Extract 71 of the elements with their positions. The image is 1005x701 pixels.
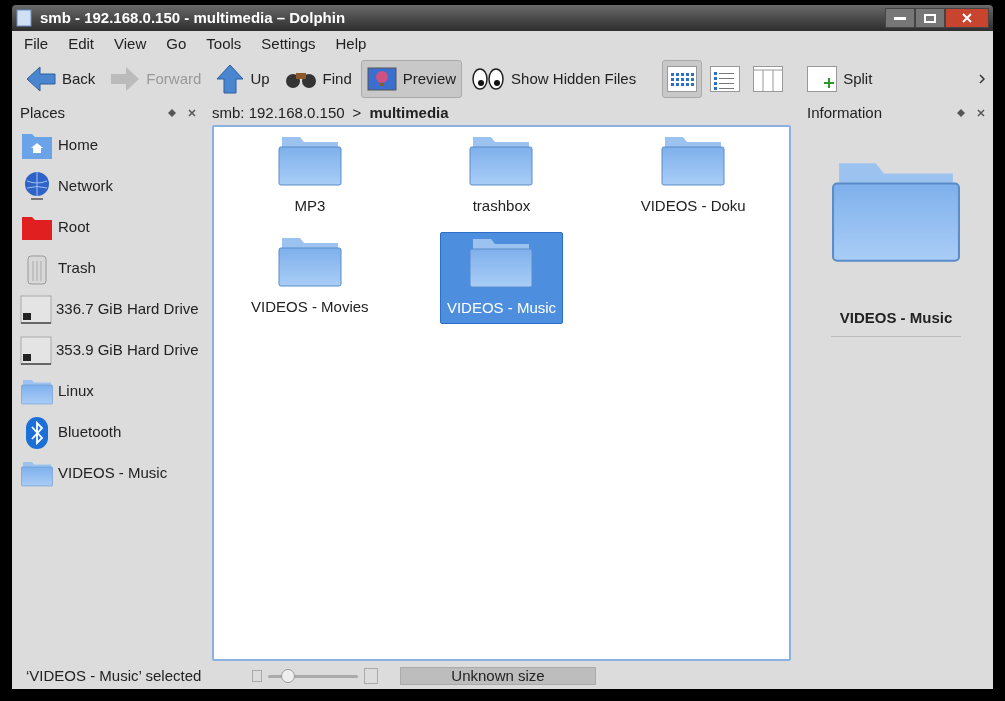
bluetooth-icon (26, 416, 48, 449)
split-button[interactable]: Split (802, 60, 878, 98)
place-item[interactable]: 336.7 GiB Hard Drive (20, 289, 196, 330)
file-name: VIDEOS - Music (831, 307, 961, 337)
folder-icon (21, 460, 53, 487)
window-title: smb - 192.168.0.150 - multimedia – Dolphin (40, 7, 347, 28)
right-arrow-icon (110, 65, 141, 93)
icon-grid-icon (667, 66, 698, 92)
app-icon (16, 9, 32, 27)
place-item[interactable]: Linux (20, 371, 196, 412)
folder-icon (21, 378, 53, 405)
folder-icon (21, 214, 53, 241)
breadcrumb-item[interactable]: multimedia (369, 101, 449, 125)
status-text: ‘VIDEOS - Music’ selected (26, 665, 203, 686)
folder-icon (277, 135, 342, 187)
globe-icon (22, 170, 52, 203)
place-item[interactable]: VIDEOS - Music (20, 453, 196, 494)
toolbar-button[interactable]: Up (210, 60, 276, 98)
close-icon[interactable] (188, 109, 196, 117)
folder-item[interactable]: trashbox (463, 131, 540, 222)
place-item[interactable]: Root (20, 207, 196, 248)
hard-drive-icon (20, 335, 52, 366)
trash-icon (25, 252, 49, 285)
folder-icon (661, 135, 726, 187)
menu-item[interactable]: Edit (68, 32, 95, 56)
panel-title: Places (20, 102, 66, 123)
maximize-button[interactable] (915, 8, 945, 28)
split-view-icon (807, 66, 838, 92)
menu-item[interactable]: File (24, 32, 49, 56)
left-arrow-icon (26, 65, 56, 93)
menu-item[interactable]: Tools (206, 32, 242, 56)
float-icon[interactable] (957, 109, 965, 117)
view-mode-button[interactable] (662, 60, 703, 98)
close-icon (962, 13, 972, 23)
close-icon[interactable] (977, 109, 985, 117)
float-icon[interactable] (168, 109, 176, 117)
folder-item[interactable]: VIDEOS - Doku (634, 131, 752, 222)
menu-item[interactable]: View (114, 32, 147, 56)
folder-icon (469, 135, 534, 187)
close-button[interactable] (945, 8, 989, 28)
place-item[interactable]: Trash (20, 248, 196, 289)
place-item[interactable]: Home (20, 125, 196, 166)
place-item[interactable]: 353.9 GiB Hard Drive (20, 330, 196, 371)
breadcrumb-separator: > (352, 102, 362, 123)
toolbar-button[interactable]: Preview (360, 60, 463, 98)
zoom-slider[interactable] (268, 668, 358, 684)
up-arrow-icon (216, 64, 245, 94)
folder-item[interactable]: VIDEOS - Movies (245, 231, 375, 324)
folder-icon (277, 235, 342, 288)
home-folder-icon (21, 131, 53, 160)
columns-view-icon (753, 66, 784, 92)
folder-icon (469, 236, 534, 289)
minimize-button[interactable] (885, 8, 915, 28)
breadcrumb-item[interactable]: smb: 192.168.0.150 (212, 101, 345, 125)
hard-drive-icon (20, 294, 52, 325)
toolbar-button[interactable]: Show Hidden Files (465, 60, 643, 98)
chevron-right-icon[interactable] (979, 74, 985, 84)
place-item[interactable]: Bluetooth (20, 412, 196, 453)
slider-thumb[interactable] (280, 669, 295, 683)
list-view-icon (710, 66, 741, 92)
space-info: Unknown size (400, 667, 596, 685)
panel-title: Information (807, 102, 883, 123)
eyes-icon (471, 67, 506, 91)
toolbar-button[interactable]: Find (278, 60, 358, 98)
menu-item[interactable]: Help (335, 32, 367, 56)
menu-item[interactable]: Settings (261, 32, 316, 56)
place-item[interactable]: Network (20, 166, 196, 207)
menu-item[interactable]: Go (166, 32, 187, 56)
toolbar-button[interactable]: Back (20, 60, 102, 98)
folder-item[interactable]: MP3 (271, 131, 348, 222)
balloon-picture-icon (366, 67, 397, 91)
